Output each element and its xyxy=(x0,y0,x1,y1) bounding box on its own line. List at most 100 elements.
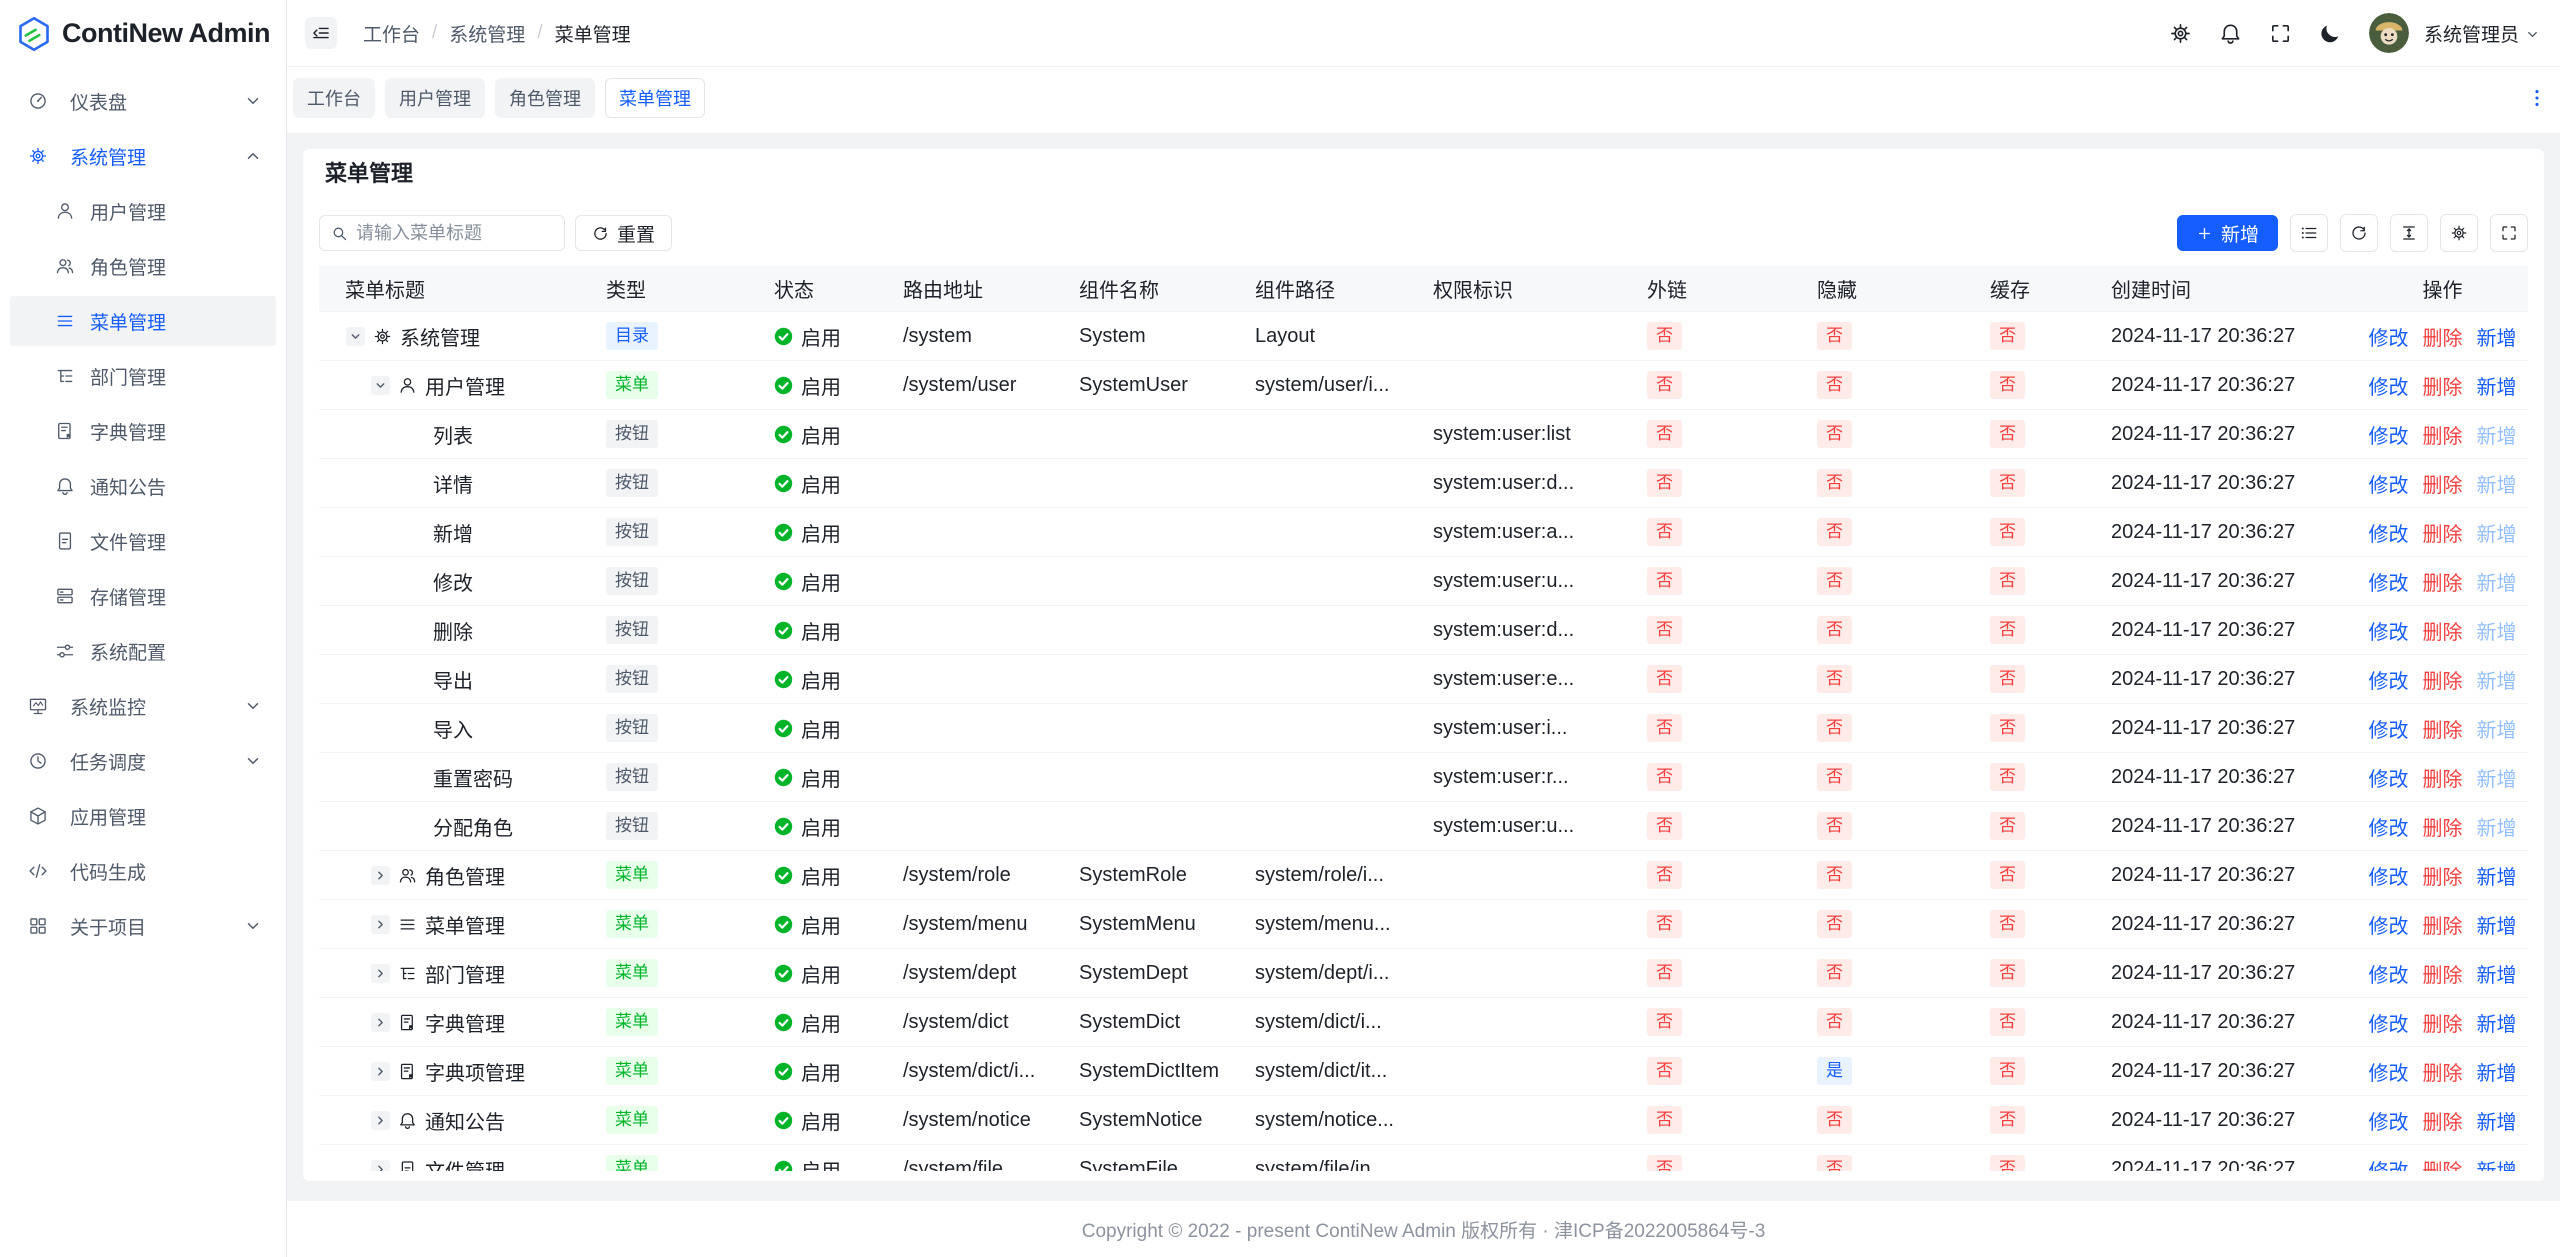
row-expand-toggle[interactable] xyxy=(371,1111,390,1130)
cell-operations: 修改删除新增 xyxy=(2357,518,2528,547)
refresh-table-button[interactable] xyxy=(2340,214,2378,252)
edit-link[interactable]: 修改 xyxy=(2369,1106,2409,1135)
add-link[interactable]: 新增 xyxy=(2477,959,2517,988)
search-input[interactable] xyxy=(356,223,553,244)
row-expand-toggle[interactable] xyxy=(346,327,365,346)
edit-link[interactable]: 修改 xyxy=(2369,518,2409,547)
edit-link[interactable]: 修改 xyxy=(2369,371,2409,400)
edit-link[interactable]: 修改 xyxy=(2369,567,2409,596)
edit-link[interactable]: 修改 xyxy=(2369,665,2409,694)
edit-link[interactable]: 修改 xyxy=(2369,1057,2409,1086)
delete-link[interactable]: 删除 xyxy=(2423,567,2463,596)
sidebar-item-app-mgmt[interactable]: 应用管理 xyxy=(10,791,276,841)
delete-link[interactable]: 删除 xyxy=(2423,616,2463,645)
tab-菜单管理[interactable]: 菜单管理 xyxy=(605,78,705,118)
add-link[interactable]: 新增 xyxy=(2477,1155,2517,1172)
sidebar-item-file-mgmt[interactable]: 文件管理 xyxy=(10,516,276,566)
add-link[interactable]: 新增 xyxy=(2477,861,2517,890)
sidebar-item-user-mgmt[interactable]: 用户管理 xyxy=(10,186,276,236)
breadcrumb-item[interactable]: 工作台 xyxy=(363,20,420,47)
row-expand-toggle[interactable] xyxy=(371,915,390,934)
sidebar-item-job-schedule[interactable]: 任务调度 xyxy=(10,736,276,786)
sidebar-item-menu-mgmt[interactable]: 菜单管理 xyxy=(10,296,276,346)
row-expand-toggle[interactable] xyxy=(371,1062,390,1081)
row-expand-toggle[interactable] xyxy=(371,376,390,395)
add-link[interactable]: 新增 xyxy=(2477,371,2517,400)
edit-link[interactable]: 修改 xyxy=(2369,910,2409,939)
sidebar-item-system-config[interactable]: 系统配置 xyxy=(10,626,276,676)
tab-角色管理[interactable]: 角色管理 xyxy=(495,78,595,118)
tab-more-icon[interactable] xyxy=(2526,87,2548,109)
avatar-image xyxy=(2369,13,2409,53)
add-link[interactable]: 新增 xyxy=(2477,1057,2517,1086)
edit-link[interactable]: 修改 xyxy=(2369,714,2409,743)
cell-hidden: 否 xyxy=(1791,1106,1964,1133)
settings-icon[interactable] xyxy=(2169,22,2192,45)
reset-button[interactable]: 重置 xyxy=(575,215,672,251)
delete-link[interactable]: 删除 xyxy=(2423,469,2463,498)
row-height-button[interactable] xyxy=(2390,214,2428,252)
sidebar-item-code-gen[interactable]: 代码生成 xyxy=(10,846,276,896)
edit-link[interactable]: 修改 xyxy=(2369,469,2409,498)
edit-link[interactable]: 修改 xyxy=(2369,1008,2409,1037)
sidebar-item-dict-mgmt[interactable]: 字典管理 xyxy=(10,406,276,456)
edit-link[interactable]: 修改 xyxy=(2369,763,2409,792)
delete-link[interactable]: 删除 xyxy=(2423,910,2463,939)
tab-用户管理[interactable]: 用户管理 xyxy=(385,78,485,118)
row-expand-toggle[interactable] xyxy=(371,866,390,885)
moon-icon[interactable] xyxy=(2319,22,2342,45)
user-menu[interactable]: 系统管理员 xyxy=(2424,20,2540,47)
tabbar-tabs: 工作台用户管理角色管理菜单管理 xyxy=(293,78,705,118)
add-link[interactable]: 新增 xyxy=(2477,1008,2517,1037)
breadcrumb-item[interactable]: 系统管理 xyxy=(449,20,525,47)
sidebar-item-notice-mgmt[interactable]: 通知公告 xyxy=(10,461,276,511)
edit-link[interactable]: 修改 xyxy=(2369,861,2409,890)
edit-link[interactable]: 修改 xyxy=(2369,420,2409,449)
row-expand-toggle[interactable] xyxy=(371,1160,390,1172)
sidebar-item-storage-mgmt[interactable]: 存储管理 xyxy=(10,571,276,621)
delete-link[interactable]: 删除 xyxy=(2423,420,2463,449)
row-expand-toggle[interactable] xyxy=(371,964,390,983)
edit-link[interactable]: 修改 xyxy=(2369,1155,2409,1172)
column-header: 权限标识 xyxy=(1407,274,1621,303)
row-expand-toggle[interactable] xyxy=(371,1013,390,1032)
delete-link[interactable]: 删除 xyxy=(2423,714,2463,743)
sidebar-item-role-mgmt[interactable]: 角色管理 xyxy=(10,241,276,291)
fullscreen-table-button[interactable] xyxy=(2490,214,2528,252)
column-settings-button[interactable] xyxy=(2440,214,2478,252)
delete-link[interactable]: 删除 xyxy=(2423,861,2463,890)
add-button[interactable]: 新增 xyxy=(2177,215,2278,251)
edit-link[interactable]: 修改 xyxy=(2369,812,2409,841)
sidebar-item-system-monitor[interactable]: 系统监控 xyxy=(10,681,276,731)
delete-link[interactable]: 删除 xyxy=(2423,1106,2463,1135)
add-link[interactable]: 新增 xyxy=(2477,322,2517,351)
edit-link[interactable]: 修改 xyxy=(2369,959,2409,988)
view-list-button[interactable] xyxy=(2290,214,2328,252)
delete-link[interactable]: 删除 xyxy=(2423,371,2463,400)
delete-link[interactable]: 删除 xyxy=(2423,1155,2463,1172)
bell-icon[interactable] xyxy=(2219,22,2242,45)
delete-link[interactable]: 删除 xyxy=(2423,1008,2463,1037)
add-link[interactable]: 新增 xyxy=(2477,910,2517,939)
tab-工作台[interactable]: 工作台 xyxy=(293,78,375,118)
sidebar-item-system-mgmt[interactable]: 系统管理 xyxy=(10,131,276,181)
sidebar-item-dashboard[interactable]: 仪表盘 xyxy=(10,76,276,126)
edit-link[interactable]: 修改 xyxy=(2369,616,2409,645)
sidebar-item-about[interactable]: 关于项目 xyxy=(10,901,276,951)
add-link[interactable]: 新增 xyxy=(2477,1106,2517,1135)
delete-link[interactable]: 删除 xyxy=(2423,959,2463,988)
cell-component-path: system/file/in... xyxy=(1229,1158,1407,1172)
delete-link[interactable]: 删除 xyxy=(2423,763,2463,792)
avatar[interactable] xyxy=(2369,13,2409,53)
sidebar-item-dept-mgmt[interactable]: 部门管理 xyxy=(10,351,276,401)
delete-link[interactable]: 删除 xyxy=(2423,322,2463,351)
delete-link[interactable]: 删除 xyxy=(2423,518,2463,547)
delete-link[interactable]: 删除 xyxy=(2423,665,2463,694)
column-header: 操作 xyxy=(2357,274,2528,303)
delete-link[interactable]: 删除 xyxy=(2423,1057,2463,1086)
fullscreen-icon[interactable] xyxy=(2269,22,2292,45)
edit-link[interactable]: 修改 xyxy=(2369,322,2409,351)
sidebar-collapse-button[interactable] xyxy=(305,17,337,49)
delete-link[interactable]: 删除 xyxy=(2423,812,2463,841)
breadcrumb-item[interactable]: 菜单管理 xyxy=(555,20,631,47)
